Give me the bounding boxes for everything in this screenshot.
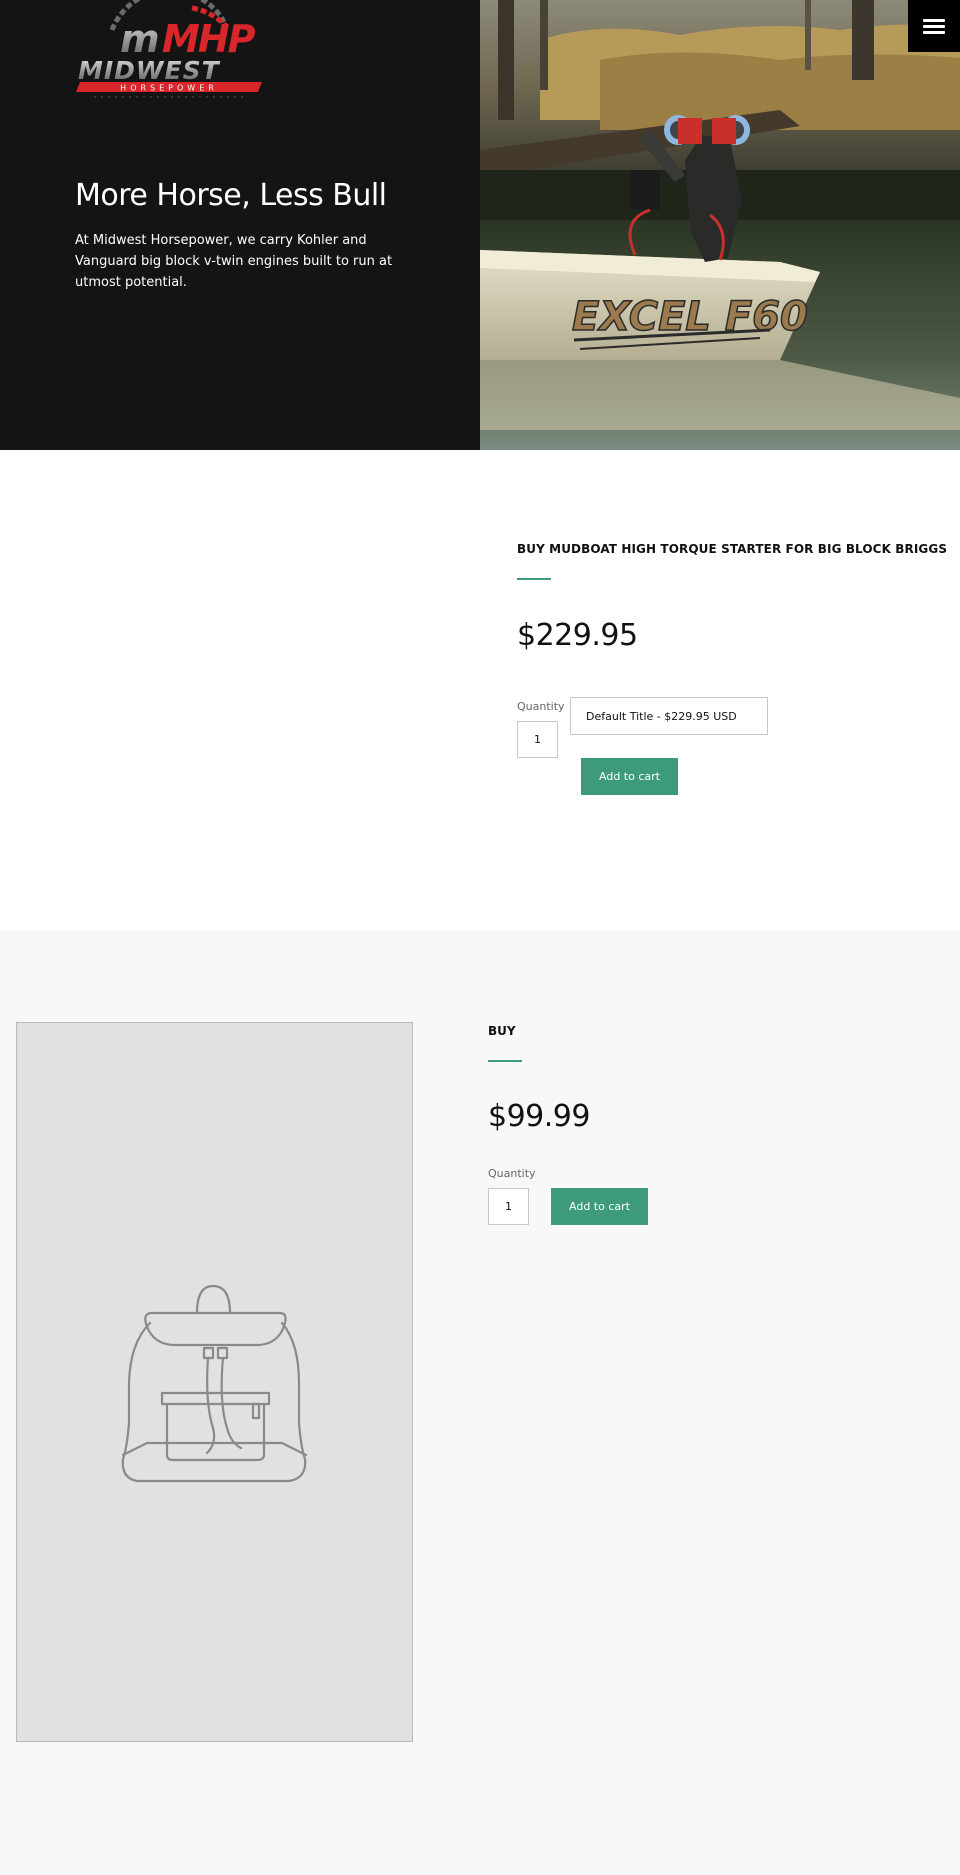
hamburger-menu-icon[interactable] (908, 0, 960, 52)
product-price: $99.99 (488, 1099, 590, 1134)
quantity-input[interactable]: 1 (488, 1188, 529, 1225)
add-to-cart-button[interactable]: Add to cart (581, 758, 678, 795)
hero-title: More Horse, Less Bull (75, 178, 387, 213)
hero-section: m MHP MIDWEST HORSEPOWER More Horse, Les… (0, 0, 960, 450)
midwest-horsepower-logo[interactable]: m MHP MIDWEST HORSEPOWER (74, 0, 264, 100)
title-accent-divider (517, 578, 551, 580)
hero-text-panel: m MHP MIDWEST HORSEPOWER More Horse, Les… (0, 0, 480, 450)
backpack-placeholder-icon (121, 1284, 308, 1483)
add-to-cart-button[interactable]: Add to cart (551, 1188, 648, 1225)
variant-select[interactable]: Default Title - $229.95 USD (570, 697, 768, 735)
title-accent-divider (488, 1060, 522, 1062)
svg-text:m: m (120, 17, 158, 61)
logo-sub: HORSEPOWER (120, 84, 218, 93)
product-section-buy: BUY $99.99 Quantity 1 Add to cart (0, 931, 960, 1875)
quantity-input[interactable]: 1 (517, 721, 558, 758)
hero-description: At Midwest Horsepower, we carry Kohler a… (75, 233, 393, 290)
mudboat-photo: EXCEL F60 (480, 0, 960, 450)
product-section-starter: BUY MUDBOAT HIGH TORQUE STARTER FOR BIG … (0, 450, 960, 931)
quantity-label: Quantity (488, 1167, 536, 1180)
quantity-label: Quantity (517, 700, 565, 713)
hero-photo: EXCEL F60 (480, 0, 960, 450)
logo-text: MHP (162, 17, 256, 61)
product-image-placeholder (16, 1022, 413, 1742)
logo-name: MIDWEST (78, 56, 221, 85)
product-title: BUY MUDBOAT HIGH TORQUE STARTER FOR BIG … (517, 542, 948, 556)
product-price: $229.95 (517, 618, 638, 653)
product-title: BUY (488, 1024, 516, 1038)
